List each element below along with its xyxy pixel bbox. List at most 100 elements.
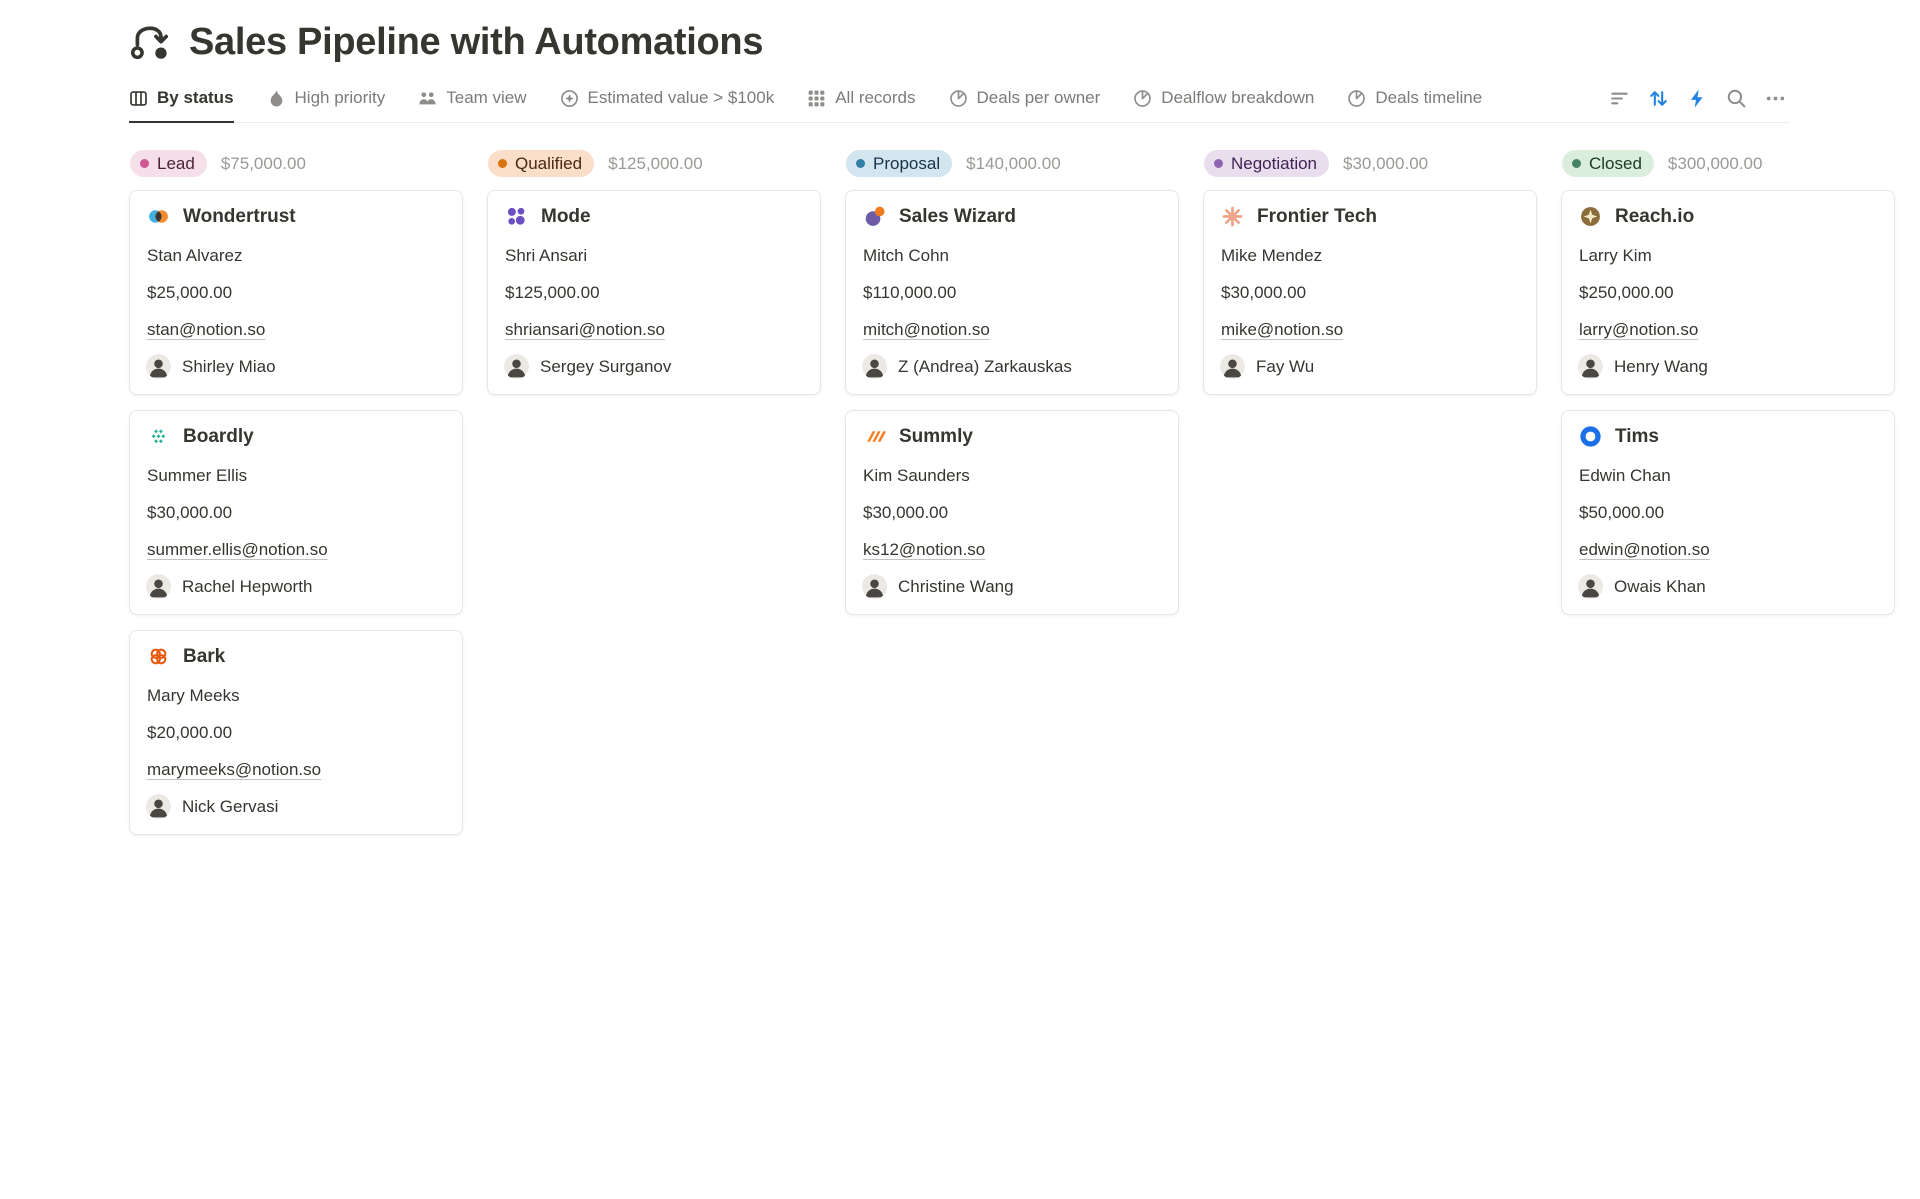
column-total: $30,000.00 [1343,154,1428,174]
avatar [862,574,887,599]
email-link[interactable]: summer.ellis@notion.so [145,540,328,560]
people-icon [418,89,437,108]
pie-chart-icon [1133,89,1152,108]
email-link[interactable]: marymeeks@notion.so [145,760,321,780]
card-list: Frontier Tech Mike Mendez $30,000.00 mik… [1203,190,1537,395]
avatar [504,354,529,379]
deal-card-reach-io[interactable]: Reach.io Larry Kim $250,000.00 larry@not… [1561,190,1895,395]
column-header: Proposal $140,000.00 [845,150,1179,177]
diagonal-stripes-icon [863,425,886,448]
tab-deals-timeline[interactable]: Deals timeline [1347,88,1482,123]
status-pill[interactable]: Proposal [846,150,952,177]
status-label: Proposal [873,154,940,174]
email-link[interactable]: ks12@notion.so [861,540,985,560]
tab-team-view[interactable]: Team view [418,88,526,123]
company-name: Bark [183,646,225,668]
grid-icon [807,89,826,108]
deal-value: $30,000.00 [1219,283,1521,303]
board-columns-icon [129,89,148,108]
contact-name: Kim Saunders [861,466,1163,486]
search-button[interactable] [1726,88,1747,109]
status-pill[interactable]: Closed [1562,150,1654,177]
contact-name: Mitch Cohn [861,246,1163,266]
email-link[interactable]: edwin@notion.so [1577,540,1710,560]
email-link[interactable]: mike@notion.so [1219,320,1343,340]
email-link[interactable]: stan@notion.so [145,320,265,340]
board-column-proposal: Proposal $140,000.00 Sales Wizard Mitch … [845,150,1179,835]
deal-card-wondertrust[interactable]: Wondertrust Stan Alvarez $25,000.00 stan… [129,190,463,395]
filter-button[interactable] [1609,88,1630,109]
deal-value: $25,000.00 [145,283,447,303]
deal-value: $50,000.00 [1577,503,1879,523]
company-name: Frontier Tech [1257,206,1377,228]
tab-high-priority[interactable]: High priority [267,88,386,123]
status-label: Negotiation [1231,154,1317,174]
tab-all-records[interactable]: All records [807,88,915,123]
column-header: Lead $75,000.00 [129,150,463,177]
deal-card-summly[interactable]: Summly Kim Saunders $30,000.00 ks12@noti… [845,410,1179,615]
page-header: Sales Pipeline with Automations [129,16,1920,68]
avatar [862,354,887,379]
avatar [1578,574,1603,599]
purple-orange-circles-icon [863,205,886,228]
owner-name: Christine Wang [898,577,1014,597]
column-total: $140,000.00 [966,154,1061,174]
email-link[interactable]: shriansari@notion.so [503,320,665,340]
column-total: $75,000.00 [221,154,306,174]
status-label: Qualified [515,154,582,174]
owner-name: Rachel Hepworth [182,577,312,597]
board-column-qualified: Qualified $125,000.00 Mode Shri Ansari $… [487,150,821,835]
card-list: Mode Shri Ansari $125,000.00 shriansari@… [487,190,821,395]
deal-card-sales-wizard[interactable]: Sales Wizard Mitch Cohn $110,000.00 mitc… [845,190,1179,395]
status-pill[interactable]: Negotiation [1204,150,1329,177]
status-label: Closed [1589,154,1642,174]
view-toolbar [1609,88,1786,122]
sort-arrows-icon [1648,88,1669,109]
tab-dealflow-breakdown[interactable]: Dealflow breakdown [1133,88,1314,123]
tab-estimated-value-100k[interactable]: Estimated value > $100k [560,88,775,123]
search-icon [1726,88,1747,109]
avatar [146,794,171,819]
deal-value: $125,000.00 [503,283,805,303]
page-title: Sales Pipeline with Automations [189,21,763,64]
deal-value: $30,000.00 [861,503,1163,523]
board-column-closed: Closed $300,000.00 Reach.io Larry Kim $2… [1561,150,1895,835]
pie-chart-icon [949,89,968,108]
automation-arrow-icon [129,21,171,63]
email-link[interactable]: mitch@notion.so [861,320,990,340]
status-dot [1572,159,1581,168]
ellipsis-icon [1765,88,1786,109]
starburst-icon [1221,205,1244,228]
deal-card-frontier-tech[interactable]: Frontier Tech Mike Mendez $30,000.00 mik… [1203,190,1537,395]
status-pill[interactable]: Lead [130,150,207,177]
deal-card-tims[interactable]: Tims Edwin Chan $50,000.00 edwin@notion.… [1561,410,1895,615]
mode-blobs-icon [505,205,528,228]
deal-card-bark[interactable]: Bark Mary Meeks $20,000.00 marymeeks@not… [129,630,463,835]
diamond-dots-icon [147,425,170,448]
company-name: Wondertrust [183,206,296,228]
contact-name: Summer Ellis [145,466,447,486]
email-link[interactable]: larry@notion.so [1577,320,1698,340]
automations-button[interactable] [1687,88,1708,109]
deal-card-mode[interactable]: Mode Shri Ansari $125,000.00 shriansari@… [487,190,821,395]
status-pill[interactable]: Qualified [488,150,594,177]
clover-icon [147,645,170,668]
column-header: Closed $300,000.00 [1561,150,1895,177]
company-name: Boardly [183,426,254,448]
avatar [146,354,171,379]
contact-name: Mike Mendez [1219,246,1521,266]
owner-name: Nick Gervasi [182,797,278,817]
owner-name: Owais Khan [1614,577,1706,597]
tab-by-status[interactable]: By status [129,88,234,123]
sort-button[interactable] [1648,88,1669,109]
owner-name: Shirley Miao [182,357,276,377]
blue-ring-icon [1579,425,1602,448]
deal-card-boardly[interactable]: Boardly Summer Ellis $30,000.00 summer.e… [129,410,463,615]
contact-name: Mary Meeks [145,686,447,706]
status-dot [1214,159,1223,168]
company-name: Summly [899,426,973,448]
tab-deals-per-owner[interactable]: Deals per owner [949,88,1101,123]
more-button[interactable] [1765,88,1786,109]
column-header: Negotiation $30,000.00 [1203,150,1537,177]
contact-name: Shri Ansari [503,246,805,266]
